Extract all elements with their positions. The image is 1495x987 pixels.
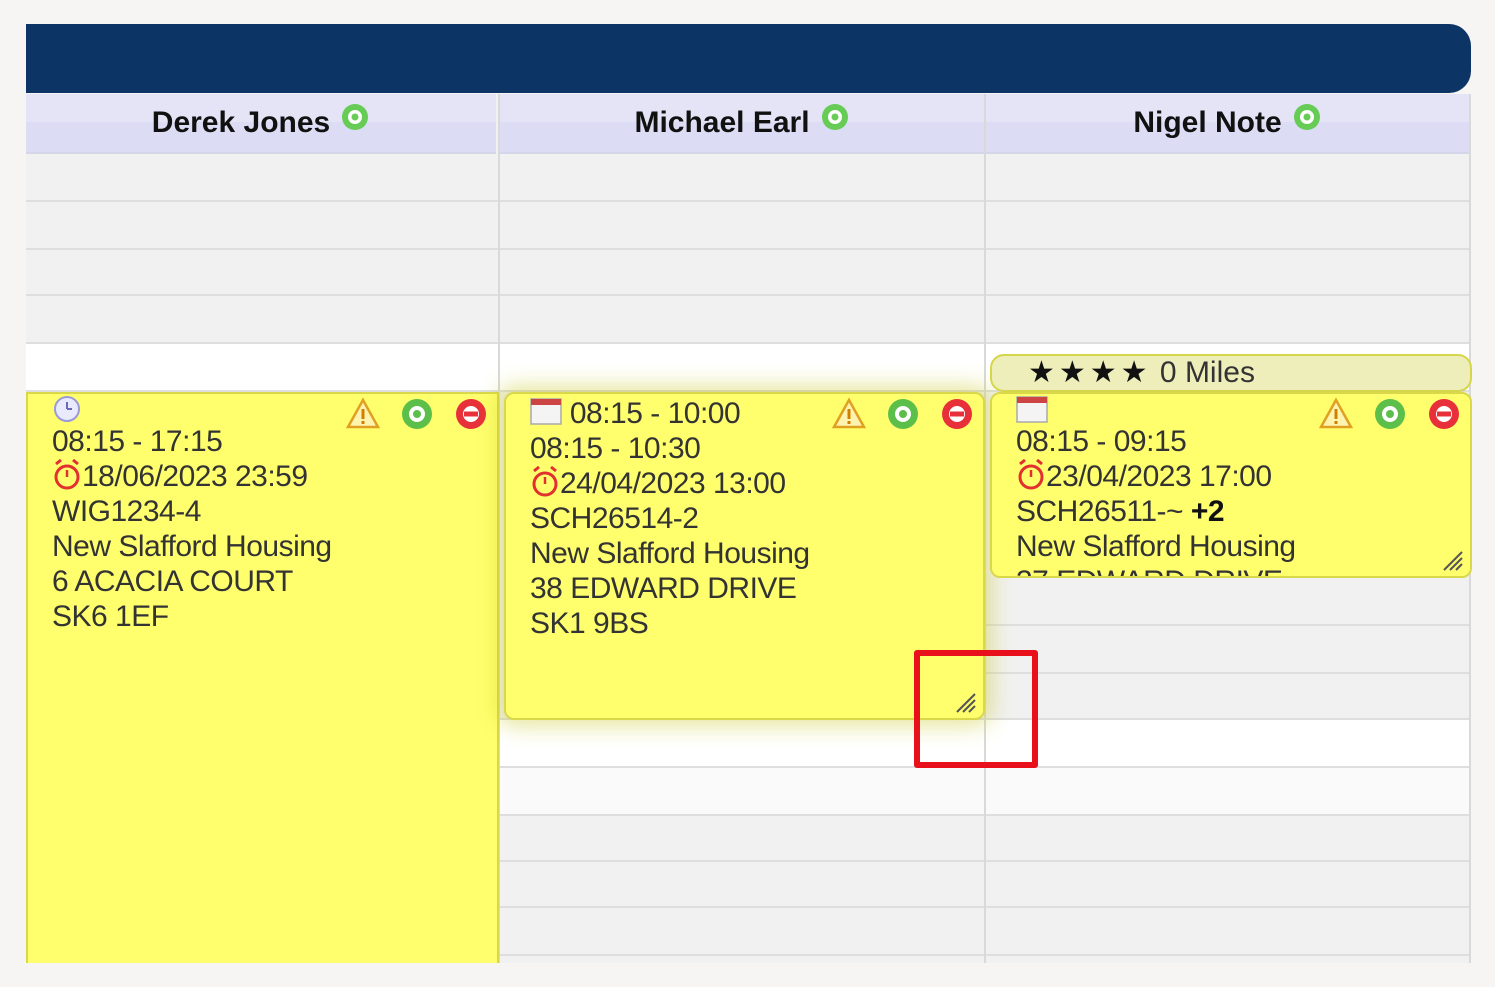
schedule-header-bar [26,24,1471,93]
warning-icon[interactable] [831,396,867,432]
appointment-ref: SCH26511-~ +2 [1016,494,1470,529]
column-header-michael-earl: Michael Earl [500,94,984,154]
column-header-name: Derek Jones [151,106,331,139]
calendar-icon [1016,396,1048,423]
column-header-name: Nigel Note [1133,106,1282,139]
appointment-card-selected[interactable]: 08:15 - 10:00 08:15 - 10:30 24/04/2023 1… [504,392,985,720]
deadline-text: 23/04/2023 17:00 [1046,460,1272,493]
deadline-text: 24/04/2023 13:00 [560,467,786,500]
appointment-deadline: 24/04/2023 13:00 [530,466,983,501]
grid-row-line [984,624,1471,626]
rating-stars: ★★★★ [1028,356,1152,389]
appointment-client: New Slafford Housing [530,537,810,570]
column-header-name: Michael Earl [634,106,810,139]
remove-icon[interactable] [453,396,489,432]
appointment-postcode: SK1 9BS [530,607,649,640]
appointment-actions [1318,396,1462,432]
calendar-icon [530,398,562,425]
appointment-slot: 08:15 - 10:00 [569,397,741,430]
travel-distance: 0 Miles [1159,356,1255,389]
resize-handle-icon[interactable] [1440,548,1464,572]
appointment-address: 6 ACACIA COURT [52,565,293,598]
appointment-ref: SCH26514-2 [530,502,699,535]
add-icon[interactable] [1292,102,1322,132]
alarm-clock-icon [532,466,558,497]
warning-icon[interactable] [345,396,381,432]
remove-icon[interactable] [939,396,975,432]
add-icon[interactable] [340,102,370,132]
appointment-actions [831,396,975,432]
appointment-deadline: 18/06/2023 23:59 [52,459,497,494]
alarm-clock-icon [1018,459,1044,490]
add-icon[interactable] [1372,396,1408,432]
travel-distance-bar: ★★★★ 0 Miles [990,354,1472,392]
column-header-derek-jones: Derek Jones [26,94,496,154]
warning-icon[interactable] [1318,396,1354,432]
add-icon[interactable] [399,396,435,432]
clock-icon [54,396,80,422]
appointment-postcode: SK6 1EF [52,600,169,633]
appointment-address: 38 EDWARD DRIVE [530,572,797,605]
ref-text: SCH26511-~ [1016,495,1184,528]
appointment-address: 37 EDWARD DRIVE [1016,564,1470,576]
grid-row-line [26,248,1471,250]
add-icon[interactable] [820,102,850,132]
grid-row-line [26,294,1471,296]
alarm-clock-icon [54,459,80,490]
appointment-card[interactable]: 08:15 - 09:15 23/04/2023 17:00 SCH26511-… [990,392,1472,578]
grid-row-line [26,200,1471,202]
deadline-text: 18/06/2023 23:59 [82,460,308,493]
appointment-client: New Slafford Housing [52,530,332,563]
highlight-box [914,650,1038,768]
column-header-nigel-note: Nigel Note [986,94,1469,154]
appointment-time: 08:15 - 10:30 [530,432,701,465]
appointment-actions [345,396,489,432]
extra-jobs-count: +2 [1190,495,1225,528]
grid-row-line [984,672,1471,674]
appointment-client: New Slafford Housing [1016,530,1296,563]
appointment-card[interactable]: 08:15 - 17:15 18/06/2023 23:59 WIG1234-4… [26,392,499,963]
remove-icon[interactable] [1426,396,1462,432]
appointment-ref: WIG1234-4 [52,495,201,528]
appointment-deadline: 23/04/2023 17:00 [1016,459,1470,494]
add-icon[interactable] [885,396,921,432]
